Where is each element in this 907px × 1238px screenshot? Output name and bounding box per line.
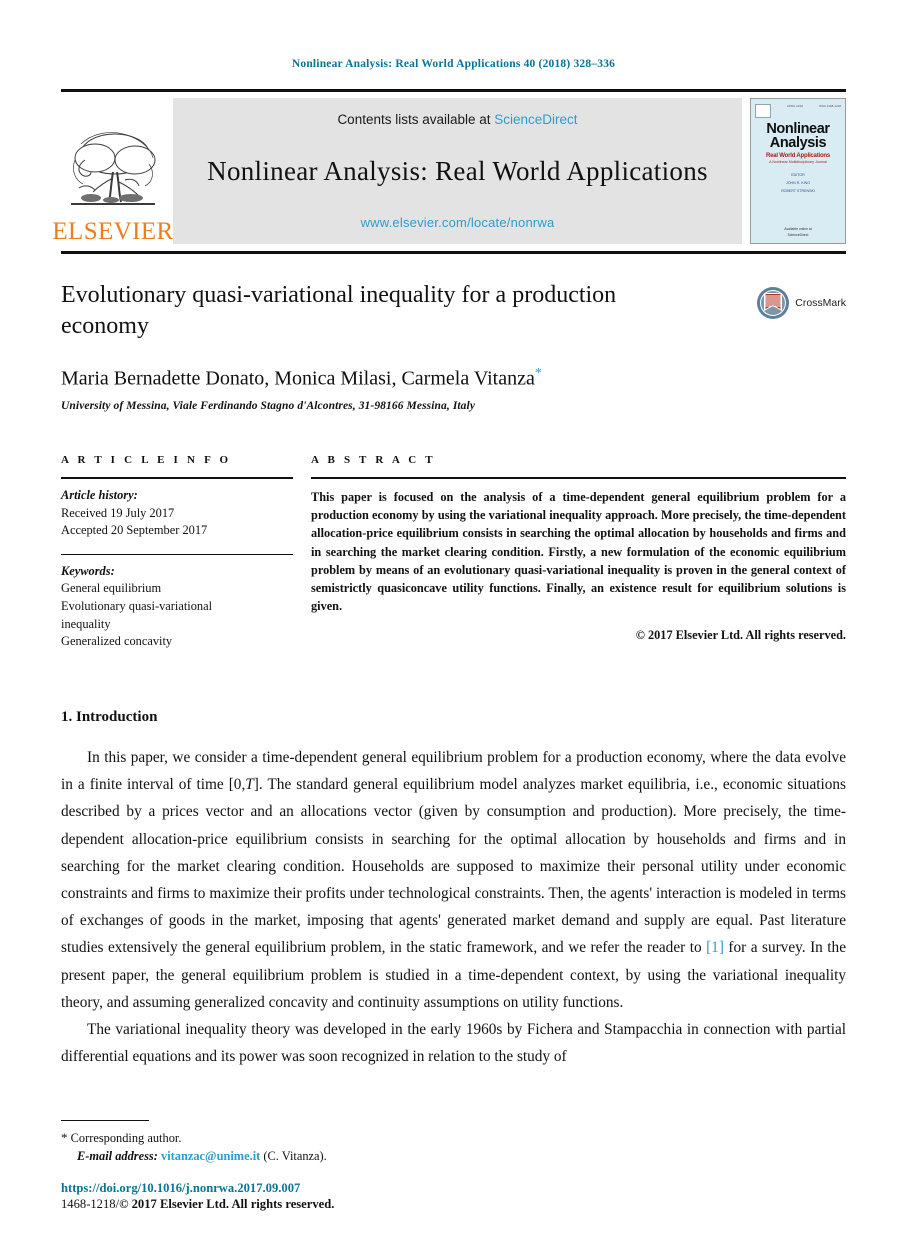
- crossmark-label: CrossMark: [795, 297, 846, 309]
- footnote-corresponding: * Corresponding author.: [61, 1128, 846, 1148]
- running-head: Nonlinear Analysis: Real World Applicati…: [291, 58, 616, 70]
- author-list: Maria Bernadette Donato, Monica Milasi, …: [61, 366, 846, 391]
- cover-issn: ISSN 1468-1218: [818, 104, 841, 108]
- article-info-heading: A R T I C L E I N F O: [61, 454, 232, 467]
- cover-editor-name: JOHN R. KING: [785, 181, 811, 186]
- cover-footer-line2: ScienceDirect: [787, 232, 809, 237]
- info-abstract-row: A R T I C L E I N F O Article history: R…: [61, 454, 846, 651]
- keyword-item: General equilibrium: [61, 581, 162, 596]
- abstract-heading: A B S T R A C T: [311, 454, 436, 467]
- cover-subtitle2: A Nonlinear Multidisciplinary Journal: [769, 160, 827, 165]
- title-left-column: Evolutionary quasi-variational inequalit…: [61, 280, 756, 342]
- abstract-rule: [311, 477, 846, 480]
- cover-editor-name2: ROBERT STRENSKI: [781, 189, 815, 194]
- affiliation: University of Messina, Viale Ferdinando …: [61, 400, 476, 413]
- article-received-date: Received 19 July 2017: [61, 505, 175, 520]
- authors-names: Maria Bernadette Donato, Monica Milasi, …: [61, 368, 535, 391]
- paragraph-1: In this paper, we consider a time-depend…: [61, 744, 846, 1016]
- keyword-item: Generalized concavity: [61, 634, 173, 649]
- article-info-column: A R T I C L E I N F O Article history: R…: [61, 454, 293, 651]
- cover-editors: EDITOR JOHN R. KING ROBERT STRENSKI: [781, 172, 815, 196]
- corresponding-author-marker[interactable]: *: [535, 366, 542, 381]
- elsevier-wordmark: ELSEVIER: [52, 218, 174, 245]
- article-history-label: Article history:: [61, 488, 138, 503]
- paragraph-2: The variational inequality theory was de…: [61, 1021, 846, 1066]
- footnote-separator: [61, 1119, 149, 1121]
- crossmark-icon: [757, 287, 790, 319]
- math-symbol-T: T: [245, 776, 254, 794]
- keywords-label: Keywords:: [61, 563, 115, 578]
- sciencedirect-link[interactable]: ScienceDirect: [494, 112, 577, 127]
- doi-link[interactable]: https://doi.org/10.1016/j.nonrwa.2017.09…: [61, 1181, 846, 1196]
- cover-volume: APRIL 2018: [786, 104, 803, 108]
- keyword-item: Evolutionary quasi-variational: [61, 599, 213, 614]
- abstract-text: This paper is focused on the analysis of…: [311, 490, 846, 614]
- article-info-rule-top: [61, 477, 293, 480]
- article-accepted-date: Accepted 20 September 2017: [61, 523, 208, 538]
- paragraph-1-part2: ]. The standard general equilibrium mode…: [61, 776, 846, 957]
- article-history-block: Article history: Received 19 July 2017 A…: [61, 487, 293, 540]
- email-address-label: E-mail address:: [77, 1149, 158, 1164]
- sciencedirect-banner: Contents lists available at ScienceDirec…: [173, 98, 742, 244]
- cover-editor-label: EDITOR: [791, 173, 805, 178]
- issn-prefix: 1468-1218/: [61, 1197, 120, 1211]
- section-heading-introduction: 1. Introduction: [61, 708, 158, 725]
- keyword-item: inequality: [61, 616, 111, 631]
- abstract-copyright: © 2017 Elsevier Ltd. All rights reserved…: [635, 628, 846, 643]
- journal-url-link[interactable]: www.elsevier.com/locate/nonrwa: [361, 215, 555, 230]
- issn-copyright: © 2017 Elsevier Ltd. All rights reserved…: [119, 1197, 335, 1211]
- title-block: Evolutionary quasi-variational inequalit…: [61, 280, 846, 342]
- citation-link-1[interactable]: [1]: [706, 939, 724, 956]
- paper-page: Nonlinear Analysis: Real World Applicati…: [0, 0, 907, 1238]
- cover-subtitle: Real World Applications: [765, 153, 831, 160]
- abstract-column: A B S T R A C T This paper is focused on…: [311, 454, 846, 651]
- cover-title-line1: Nonlinear: [766, 121, 830, 137]
- contents-list-line: Contents lists available at ScienceDirec…: [337, 112, 577, 127]
- footnote-corresponding-text: Corresponding author.: [70, 1130, 182, 1145]
- issn-copyright-line: 1468-1218/© 2017 Elsevier Ltd. All right…: [61, 1197, 846, 1212]
- footnote-email: E-mail address: vitanzac@unime.it (C. Vi…: [61, 1147, 846, 1166]
- email-link[interactable]: vitanzac@unime.it: [161, 1149, 260, 1163]
- article-info-rule-mid: [61, 553, 293, 555]
- introduction-body: In this paper, we consider a time-depend…: [61, 744, 846, 1071]
- cover-title-line2: Analysis: [769, 135, 827, 152]
- email-owner: (C. Vitanza).: [263, 1149, 327, 1164]
- page-title: Evolutionary quasi-variational inequalit…: [61, 282, 617, 340]
- journal-masthead: ELSEVIER Contents lists available at Sci…: [52, 89, 846, 254]
- contents-prefix: Contents lists available at: [337, 112, 495, 127]
- footnote-star-marker: *: [61, 1129, 68, 1145]
- elsevier-tree-icon: [71, 132, 156, 205]
- journal-title: Nonlinear Analysis: Real World Applicati…: [207, 155, 708, 186]
- journal-cover-thumbnail: APRIL 2018 ISSN 1468-1218 Nonlinear Anal…: [750, 98, 846, 244]
- page-footer: * Corresponding author. E-mail address: …: [61, 1119, 846, 1212]
- cover-footer: Available online at ScienceDirect: [751, 227, 845, 238]
- cover-top-strip: APRIL 2018 ISSN 1468-1218: [755, 104, 841, 118]
- crossmark-badge[interactable]: CrossMark: [756, 286, 846, 320]
- cover-elsevier-mini-icon: [755, 104, 771, 118]
- keywords-block: Keywords: General equilibrium Evolutiona…: [61, 563, 293, 651]
- elsevier-logo: ELSEVIER: [52, 98, 173, 244]
